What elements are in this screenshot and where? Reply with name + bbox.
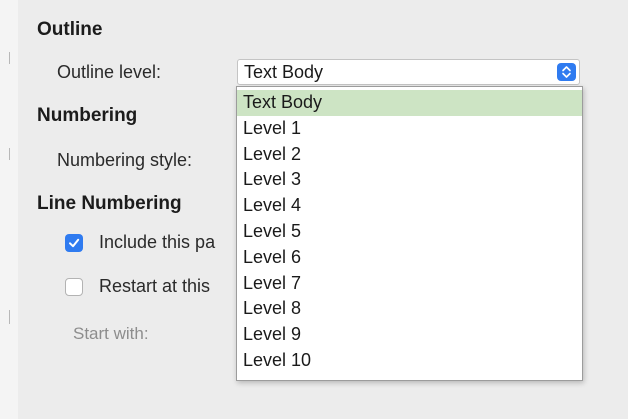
sidebar-edge [0, 0, 18, 419]
outline-level-dropdown[interactable]: Text Body Level 1 Level 2 Level 3 Level 4 Lev… [236, 86, 583, 381]
dropdown-option[interactable]: Level 8 [237, 296, 582, 322]
restart-paragraph-checkbox[interactable] [65, 278, 83, 296]
outline-heading: Outline [37, 19, 103, 40]
line-numbering-heading: Line Numbering [37, 193, 182, 214]
dropdown-option[interactable]: Level 7 [237, 271, 582, 297]
numbering-style-label: Numbering style: [57, 150, 193, 170]
dropdown-option[interactable]: Level 2 [237, 142, 582, 168]
dropdown-list: Text Body Level 1 Level 2 Level 3 Level 4 Lev… [237, 90, 582, 374]
numbering-heading: Numbering [37, 105, 138, 126]
dropdown-option[interactable]: Level 4 [237, 193, 582, 219]
outline-level-label: Outline level: [57, 62, 162, 82]
checkmark-icon [69, 238, 80, 248]
divider [9, 310, 10, 324]
restart-paragraph-label[interactable]: Restart at this [99, 276, 210, 297]
include-paragraph-label[interactable]: Include this pa [99, 232, 215, 253]
dropdown-option[interactable]: Level 1 [237, 116, 582, 142]
dropdown-option[interactable]: Level 6 [237, 245, 582, 271]
include-paragraph-checkbox[interactable] [65, 234, 83, 252]
start-with-label: Start with: [73, 324, 149, 343]
chevron-up-down-icon[interactable] [557, 63, 576, 81]
dropdown-option[interactable]: Text Body [237, 90, 582, 116]
divider [9, 148, 10, 160]
divider [9, 52, 10, 64]
outline-level-value: Text Body [244, 62, 324, 82]
dropdown-option[interactable]: Level 9 [237, 322, 582, 348]
outline-level-select[interactable]: Text Body [237, 59, 580, 85]
dropdown-option[interactable]: Level 5 [237, 219, 582, 245]
dropdown-option[interactable]: Level 10 [237, 348, 582, 374]
dropdown-option[interactable]: Level 3 [237, 167, 582, 193]
